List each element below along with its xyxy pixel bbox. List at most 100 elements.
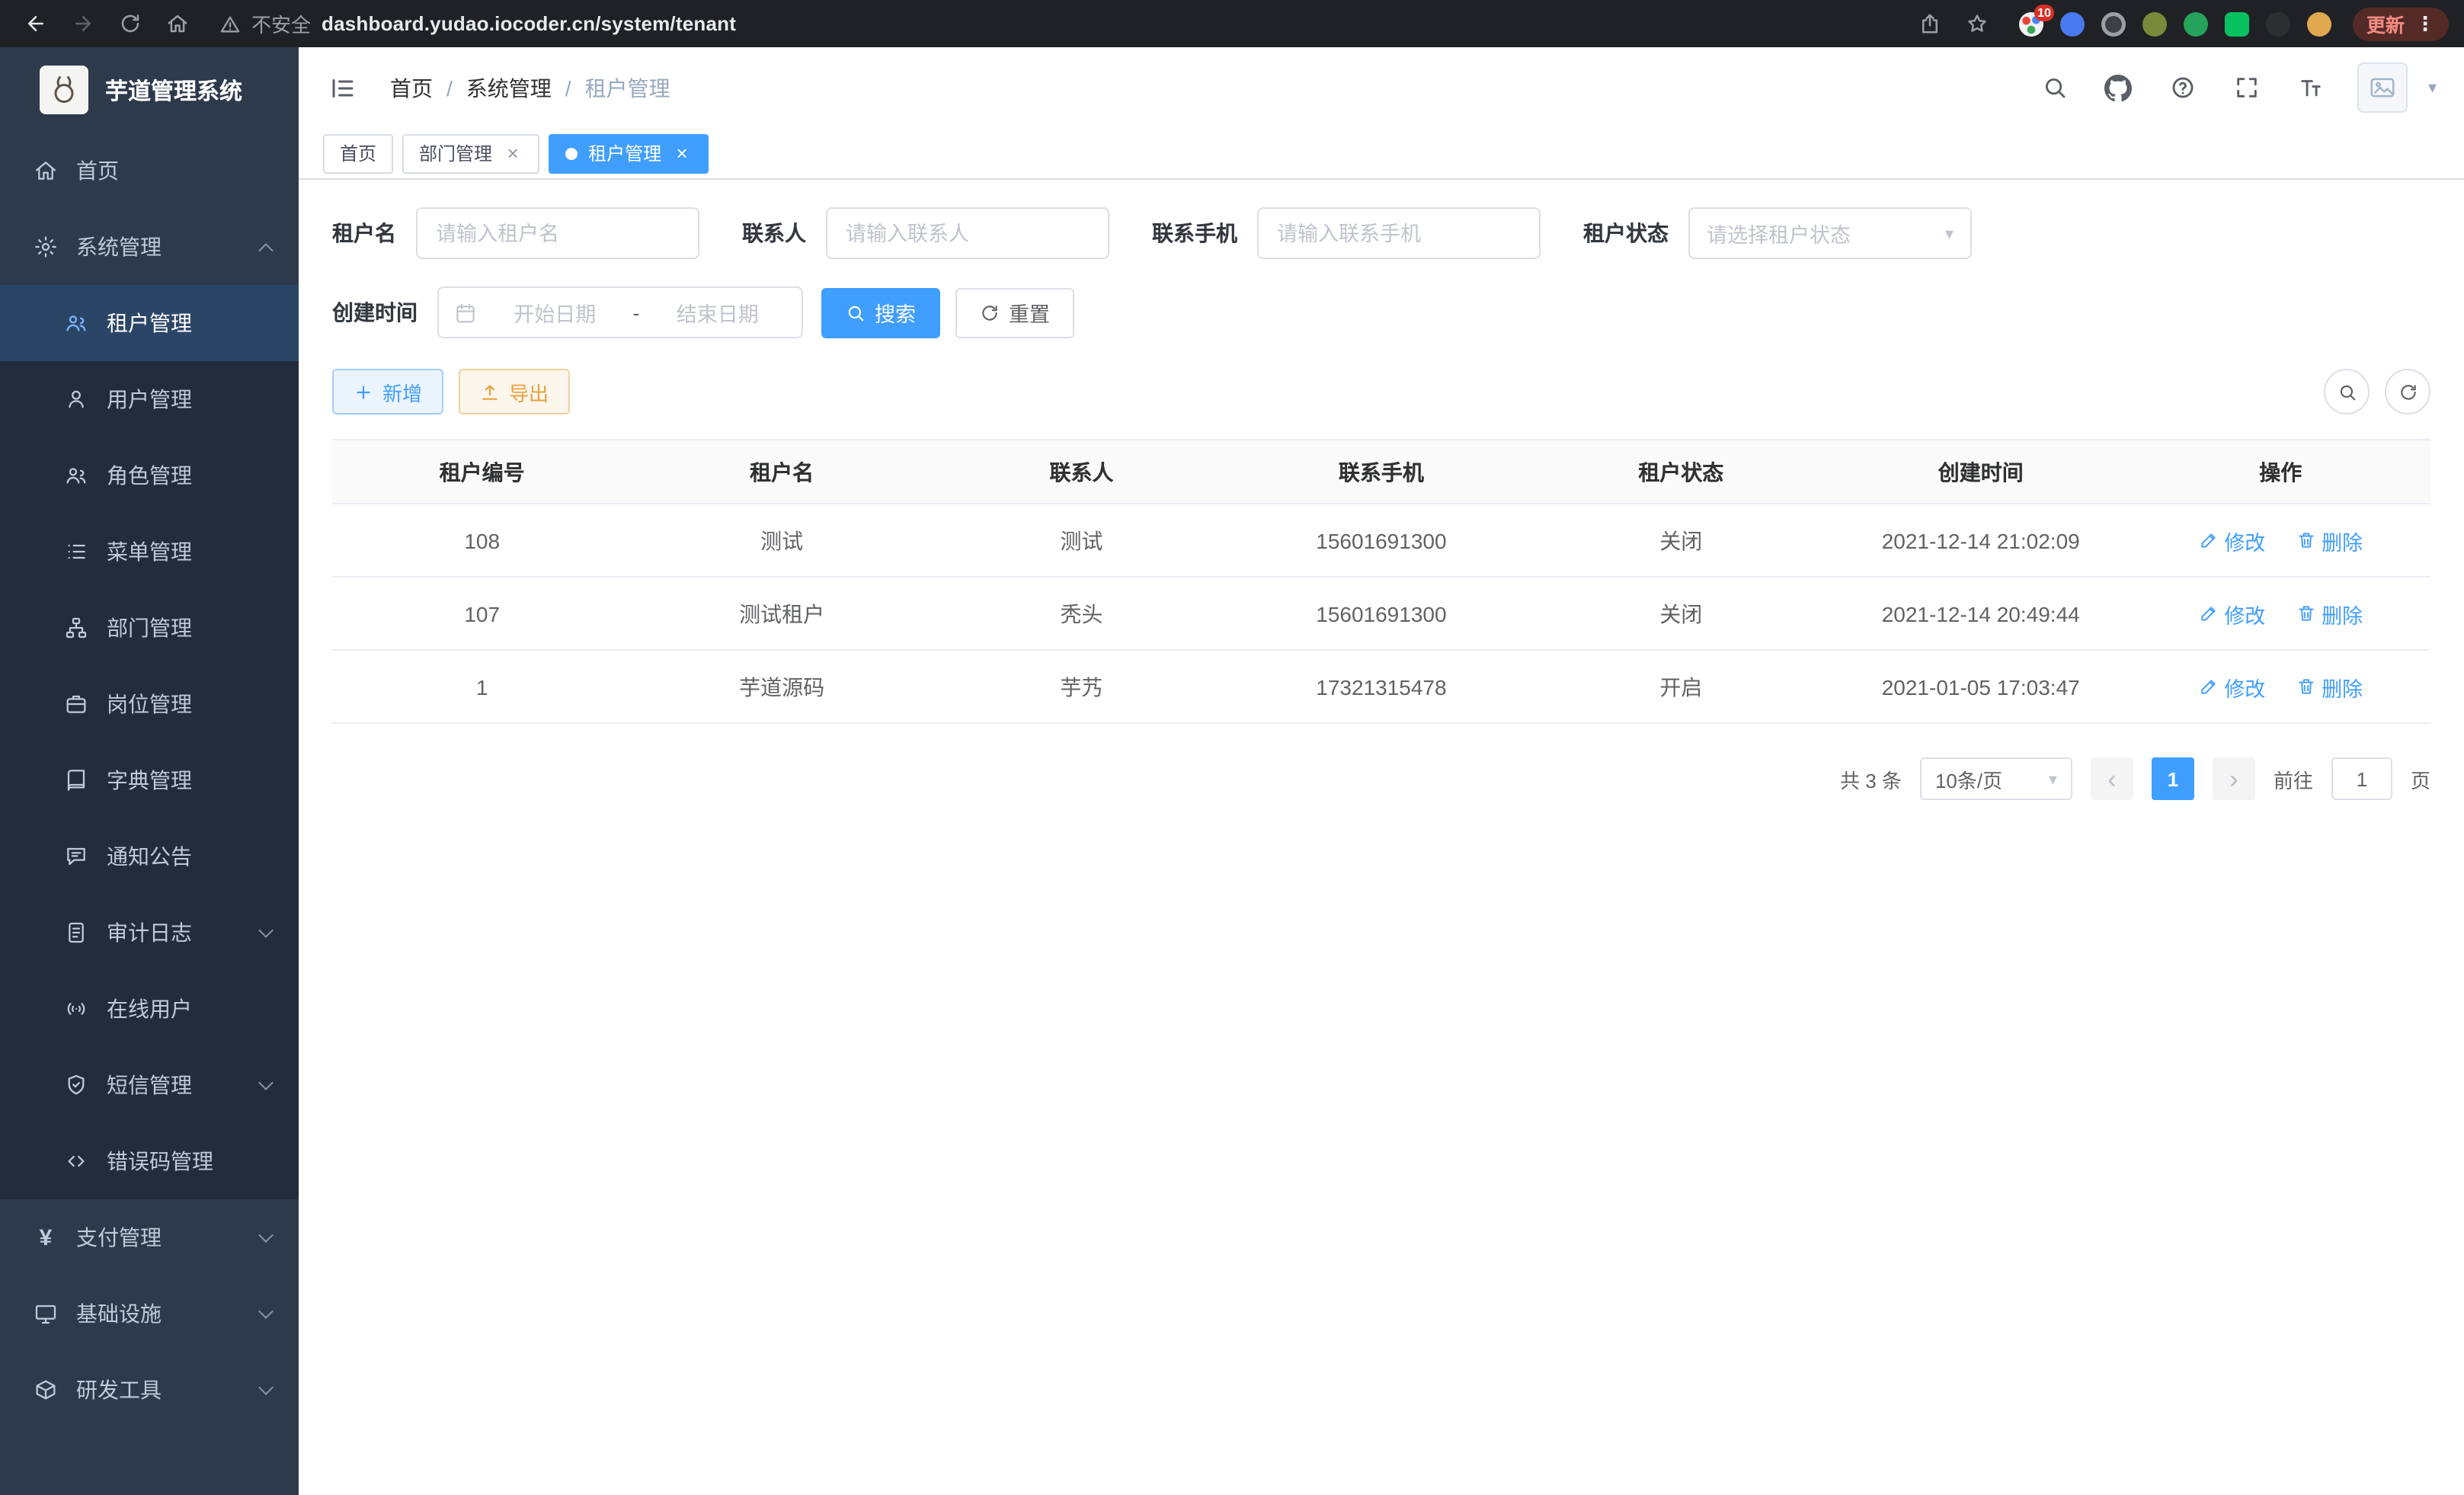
prev-page-button[interactable]: ‹ <box>2091 757 2133 800</box>
mobile-cell: 15601691300 <box>1231 504 1531 577</box>
toggle-search-button[interactable] <box>2324 369 2370 415</box>
trash-icon <box>2296 603 2315 623</box>
chevron-down-icon <box>258 1303 274 1318</box>
breadcrumb-separator: / <box>565 75 571 100</box>
delete-link[interactable]: 删除 <box>2296 671 2363 702</box>
app-logo-image <box>40 66 88 114</box>
mobile-cell: 17321315478 <box>1231 650 1531 723</box>
contact-mobile-input[interactable] <box>1257 207 1541 259</box>
user-avatar[interactable] <box>2358 62 2408 113</box>
font-size-button[interactable] <box>2285 62 2337 114</box>
signal-icon <box>64 997 88 1021</box>
avatar-dropdown-caret-icon[interactable]: ▾ <box>2428 78 2437 98</box>
create-time-range-picker[interactable]: 开始日期 - 结束日期 <box>437 287 803 338</box>
sidebar-item-role-management[interactable]: 角色管理 <box>0 437 299 514</box>
tenant-name-input[interactable] <box>416 207 699 259</box>
tenant-status-select[interactable]: 请选择租户状态 ▾ <box>1688 207 1972 259</box>
address-bar[interactable]: 不安全 dashboard.yudao.iocoder.cn/system/te… <box>219 9 736 38</box>
sidebar-item-payment-management[interactable]: ¥ 支付管理 <box>0 1199 299 1276</box>
extension-icon-8[interactable] <box>2307 11 2331 36</box>
add-button[interactable]: 新增 <box>332 369 443 415</box>
header-search-button[interactable] <box>2029 62 2081 114</box>
browser-forward-button[interactable] <box>62 5 104 42</box>
document-icon <box>64 920 88 945</box>
tenant-name-cell: 测试 <box>632 504 931 577</box>
calendar-icon <box>454 301 477 324</box>
sidebar-item-home[interactable]: 首页 <box>0 133 299 209</box>
extension-icon-1[interactable]: 10 <box>2019 11 2043 36</box>
contact-cell: 测试 <box>932 504 1231 577</box>
sidebar-item-infrastructure[interactable]: 基础设施 <box>0 1276 299 1352</box>
edit-link-label: 修改 <box>2224 598 2265 629</box>
share-button[interactable] <box>1909 5 1950 42</box>
browser-menu-icon[interactable]: ⋮ <box>2415 14 2435 34</box>
delete-link[interactable]: 删除 <box>2296 525 2363 555</box>
sidebar-item-audit-log[interactable]: 审计日志 <box>0 895 299 971</box>
sidebar-item-dict-management[interactable]: 字典管理 <box>0 742 299 818</box>
column-header-actions: 操作 <box>2130 440 2430 504</box>
trash-icon <box>2296 677 2315 696</box>
page-content: 租户名 联系人 联系手机 租户状态 请选择租户状态 <box>299 180 2464 1495</box>
sidebar-item-tenant-management[interactable]: 租户管理 <box>0 285 299 361</box>
sidebar-item-department-management[interactable]: 部门管理 <box>0 590 299 666</box>
breadcrumb-item-home[interactable]: 首页 <box>390 72 433 103</box>
browser-back-button[interactable] <box>15 5 56 42</box>
edit-link[interactable]: 修改 <box>2198 671 2265 702</box>
tab-home[interactable]: 首页 <box>323 133 393 173</box>
fullscreen-icon <box>2234 75 2260 101</box>
table-row: 1 芋道源码 芋艿 17321315478 开启 2021-01-05 17:0… <box>332 650 2430 723</box>
bookmark-star-button[interactable] <box>1957 5 1998 42</box>
github-link[interactable] <box>2093 62 2145 114</box>
export-button[interactable]: 导出 <box>459 369 570 415</box>
page-size-value: 10条/页 <box>1935 764 2002 793</box>
sidebar-item-online-users[interactable]: 在线用户 <box>0 971 299 1047</box>
contact-cell: 芋艿 <box>932 650 1231 723</box>
refresh-table-button[interactable] <box>2385 369 2430 415</box>
sidebar-item-notice[interactable]: 通知公告 <box>0 818 299 895</box>
page-size-select[interactable]: 10条/页 ▾ <box>1920 757 2072 800</box>
extension-icon-4[interactable] <box>2142 11 2167 36</box>
browser-reload-button[interactable] <box>110 5 151 42</box>
help-button[interactable] <box>2157 62 2209 114</box>
extension-icon-6[interactable] <box>2225 11 2249 36</box>
page-number-1[interactable]: 1 <box>2152 757 2194 800</box>
delete-link[interactable]: 删除 <box>2296 598 2363 629</box>
fullscreen-button[interactable] <box>2221 62 2273 114</box>
tenant-name-cell: 芋道源码 <box>632 650 931 723</box>
breadcrumb: 首页 / 系统管理 / 租户管理 <box>390 72 670 103</box>
extension-icon-3[interactable] <box>2101 11 2126 36</box>
sidebar-item-label: 短信管理 <box>107 1070 242 1100</box>
tab-tenant-management[interactable]: 租户管理 × <box>549 133 709 173</box>
edit-link[interactable]: 修改 <box>2198 598 2265 629</box>
sidebar-item-sms-management[interactable]: 短信管理 <box>0 1047 299 1123</box>
extension-icon-2[interactable] <box>2060 11 2085 36</box>
sidebar-item-error-code-management[interactable]: 错误码管理 <box>0 1123 299 1199</box>
reset-button[interactable]: 重置 <box>955 287 1074 338</box>
tab-close-icon[interactable]: × <box>503 143 523 163</box>
sidebar-item-system-management[interactable]: 系统管理 <box>0 209 299 285</box>
sidebar-item-dev-tools[interactable]: 研发工具 <box>0 1352 299 1428</box>
next-page-button[interactable]: › <box>2213 757 2255 800</box>
goto-page-input[interactable] <box>2331 757 2392 800</box>
sidebar-item-user-management[interactable]: 用户管理 <box>0 361 299 437</box>
tab-close-icon[interactable]: × <box>672 143 692 163</box>
sidebar-item-post-management[interactable]: 岗位管理 <box>0 666 299 742</box>
search-button[interactable]: 搜索 <box>821 287 940 338</box>
sidebar-collapse-button[interactable] <box>320 65 366 110</box>
tenant-name-cell: 测试租户 <box>632 577 931 650</box>
extension-icon-5[interactable] <box>2184 11 2208 36</box>
extension-badge: 10 <box>2034 4 2054 21</box>
sidebar-item-menu-management[interactable]: 菜单管理 <box>0 514 299 590</box>
chevron-down-icon: ▾ <box>1945 223 1954 243</box>
tab-department-management[interactable]: 部门管理 × <box>402 133 539 173</box>
extension-icon-7[interactable] <box>2266 11 2290 36</box>
app-logo[interactable]: 芋道管理系统 <box>0 47 299 133</box>
created-cell: 2021-12-14 21:02:09 <box>1831 504 2130 577</box>
edit-link[interactable]: 修改 <box>2198 525 2265 555</box>
browser-home-button[interactable] <box>157 5 198 42</box>
sidebar: 芋道管理系统 首页 系统管理 租户管理 <box>0 47 299 1495</box>
breadcrumb-item-system[interactable]: 系统管理 <box>466 72 552 103</box>
contact-input[interactable] <box>826 207 1109 259</box>
browser-update-button[interactable]: 更新 ⋮ <box>2353 7 2449 40</box>
tab-label: 租户管理 <box>588 140 661 166</box>
